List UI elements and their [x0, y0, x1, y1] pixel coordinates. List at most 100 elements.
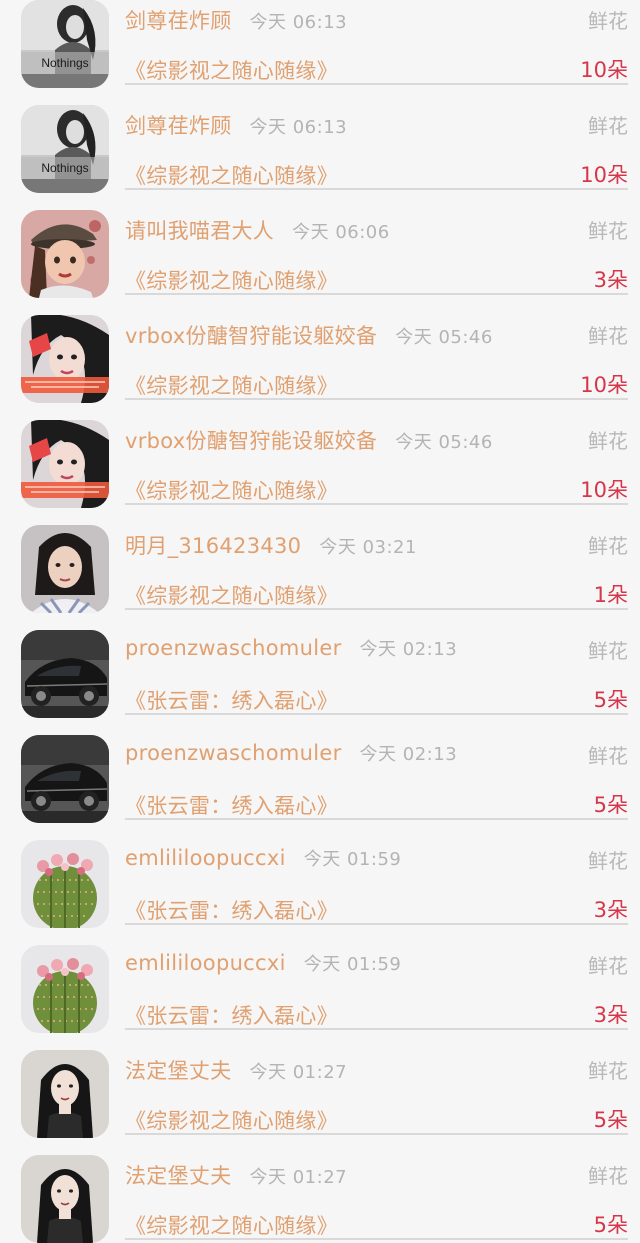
timestamp: 今天 06:13: [249, 12, 348, 33]
user-avatar[interactable]: [21, 420, 109, 508]
timestamp: 今天 05:46: [395, 327, 493, 348]
avatar-image: [21, 735, 109, 823]
flower-count: 10朵: [580, 478, 628, 502]
user-avatar[interactable]: [21, 735, 109, 823]
timestamp: 今天 03:21: [319, 537, 417, 558]
work-title-link[interactable]: 《综影视之随心随缘》: [125, 160, 338, 190]
username-text: proenzwaschomuler: [125, 636, 342, 660]
gift-type-label: 鲜花: [588, 114, 628, 138]
username[interactable]: proenzwaschomuler 今天 02:13: [125, 740, 457, 766]
username[interactable]: proenzwaschomuler 今天 02:13: [125, 635, 457, 661]
gift-record-row[interactable]: Nothings 剑尊荏炸顾 今天 06:13 鲜花 《综影视之随心随缘》 10朵: [0, 0, 640, 88]
user-avatar[interactable]: Nothings: [21, 0, 109, 88]
user-avatar[interactable]: [21, 210, 109, 298]
work-title-link[interactable]: 《综影视之随心随缘》: [125, 265, 338, 295]
avatar-image: [21, 420, 109, 508]
flower-count: 1朵: [593, 583, 628, 607]
gift-record-row[interactable]: proenzwaschomuler 今天 02:13 鲜花 《张云雷：绣入磊心》 …: [0, 714, 640, 823]
avatar-overlay-text: Nothings: [41, 161, 88, 175]
user-avatar[interactable]: [21, 315, 109, 403]
username-text: 明月_316423430: [125, 534, 302, 558]
flower-count: 10朵: [580, 373, 628, 397]
username-text: 请叫我喵君大人: [125, 219, 275, 243]
username-text: proenzwaschomuler: [125, 741, 342, 765]
gift-type-label: 鲜花: [588, 849, 628, 873]
gift-type-label: 鲜花: [588, 1164, 628, 1188]
gift-record-row[interactable]: 法定堡丈夫 今天 01:27 鲜花 《综影视之随心随缘》 5朵: [0, 1029, 640, 1138]
gift-type-label: 鲜花: [588, 639, 628, 663]
user-avatar[interactable]: [21, 1155, 109, 1243]
work-title-link[interactable]: 《张云雷：绣入磊心》: [125, 895, 338, 925]
username[interactable]: 请叫我喵君大人 今天 06:06: [125, 215, 390, 245]
work-title-link[interactable]: 《张云雷：绣入磊心》: [125, 1000, 338, 1030]
username[interactable]: emlililoopuccxi 今天 01:59: [125, 950, 401, 976]
avatar-image: [21, 630, 109, 718]
flower-count: 5朵: [593, 1213, 628, 1237]
flower-count: 5朵: [593, 688, 628, 712]
username[interactable]: vrbox份醣智狩能设躯姣备 今天 05:46: [125, 320, 493, 350]
timestamp: 今天 01:59: [303, 954, 402, 975]
user-avatar[interactable]: [21, 1050, 109, 1138]
gift-record-row[interactable]: emlililoopuccxi 今天 01:59 鲜花 《张云雷：绣入磊心》 3朵: [0, 924, 640, 1033]
gift-record-row[interactable]: vrbox份醣智狩能设躯姣备 今天 05:46 鲜花 《综影视之随心随缘》 10朵: [0, 399, 640, 508]
flower-count: 3朵: [593, 268, 628, 292]
avatar-image: [21, 840, 109, 928]
avatar-image: [21, 945, 109, 1033]
gift-record-row[interactable]: proenzwaschomuler 今天 02:13 鲜花 《张云雷：绣入磊心》 …: [0, 609, 640, 718]
username-text: 剑尊荏炸顾: [125, 114, 232, 138]
username-text: vrbox份醣智狩能设躯姣备: [125, 429, 378, 453]
work-title-link[interactable]: 《综影视之随心随缘》: [125, 580, 338, 610]
username[interactable]: vrbox份醣智狩能设躯姣备 今天 05:46: [125, 425, 493, 455]
user-avatar[interactable]: [21, 945, 109, 1033]
username-text: emlililoopuccxi: [125, 846, 286, 870]
user-avatar[interactable]: [21, 525, 109, 613]
work-title-link[interactable]: 《张云雷：绣入磊心》: [125, 790, 338, 820]
gift-record-row[interactable]: 请叫我喵君大人 今天 06:06 鲜花 《综影视之随心随缘》 3朵: [0, 189, 640, 298]
avatar-image: Nothings: [21, 0, 109, 88]
work-title-link[interactable]: 《综影视之随心随缘》: [125, 475, 338, 505]
timestamp: 今天 01:27: [249, 1062, 348, 1083]
gift-type-label: 鲜花: [588, 429, 628, 453]
gift-record-row[interactable]: vrbox份醣智狩能设躯姣备 今天 05:46 鲜花 《综影视之随心随缘》 10朵: [0, 294, 640, 403]
row-divider: [125, 1238, 628, 1240]
avatar-image: [21, 210, 109, 298]
work-title-link[interactable]: 《张云雷：绣入磊心》: [125, 685, 338, 715]
username[interactable]: emlililoopuccxi 今天 01:59: [125, 845, 401, 871]
flower-count: 3朵: [593, 898, 628, 922]
username[interactable]: 法定堡丈夫 今天 01:27: [125, 1160, 347, 1190]
gift-record-row[interactable]: 明月_316423430 今天 03:21 鲜花 《综影视之随心随缘》 1朵: [0, 504, 640, 613]
timestamp: 今天 06:13: [249, 117, 348, 138]
flower-count: 3朵: [593, 1003, 628, 1027]
timestamp: 今天 01:27: [249, 1167, 348, 1188]
flower-count: 10朵: [580, 163, 628, 187]
gift-record-row[interactable]: 法定堡丈夫 今天 01:27 鲜花 《综影视之随心随缘》 5朵: [0, 1134, 640, 1243]
work-title-link[interactable]: 《综影视之随心随缘》: [125, 1210, 338, 1240]
user-avatar[interactable]: Nothings: [21, 105, 109, 193]
gift-record-row[interactable]: emlililoopuccxi 今天 01:59 鲜花 《张云雷：绣入磊心》 3朵: [0, 819, 640, 928]
avatar-overlay-text: Nothings: [41, 56, 88, 70]
username-text: 法定堡丈夫: [125, 1059, 232, 1083]
avatar-image: [21, 1155, 109, 1243]
work-title-link[interactable]: 《综影视之随心随缘》: [125, 55, 338, 85]
avatar-image: [21, 525, 109, 613]
work-title-link[interactable]: 《综影视之随心随缘》: [125, 1105, 338, 1135]
flower-count: 5朵: [593, 793, 628, 817]
username[interactable]: 明月_316423430 今天 03:21: [125, 530, 417, 560]
avatar-image: [21, 1050, 109, 1138]
gift-type-label: 鲜花: [588, 219, 628, 243]
flower-count: 10朵: [580, 58, 628, 82]
username-text: 法定堡丈夫: [125, 1164, 232, 1188]
username[interactable]: 法定堡丈夫 今天 01:27: [125, 1055, 347, 1085]
gift-record-list: Nothings 剑尊荏炸顾 今天 06:13 鲜花 《综影视之随心随缘》 10朵…: [0, 0, 640, 1243]
username[interactable]: 剑尊荏炸顾 今天 06:13: [125, 5, 347, 35]
user-avatar[interactable]: [21, 630, 109, 718]
avatar-image: [21, 315, 109, 403]
timestamp: 今天 05:46: [395, 432, 493, 453]
gift-type-label: 鲜花: [588, 744, 628, 768]
user-avatar[interactable]: [21, 840, 109, 928]
timestamp: 今天 06:06: [292, 222, 390, 243]
work-title-link[interactable]: 《综影视之随心随缘》: [125, 370, 338, 400]
flower-count: 5朵: [593, 1108, 628, 1132]
username[interactable]: 剑尊荏炸顾 今天 06:13: [125, 110, 347, 140]
gift-record-row[interactable]: Nothings 剑尊荏炸顾 今天 06:13 鲜花 《综影视之随心随缘》 10朵: [0, 84, 640, 193]
